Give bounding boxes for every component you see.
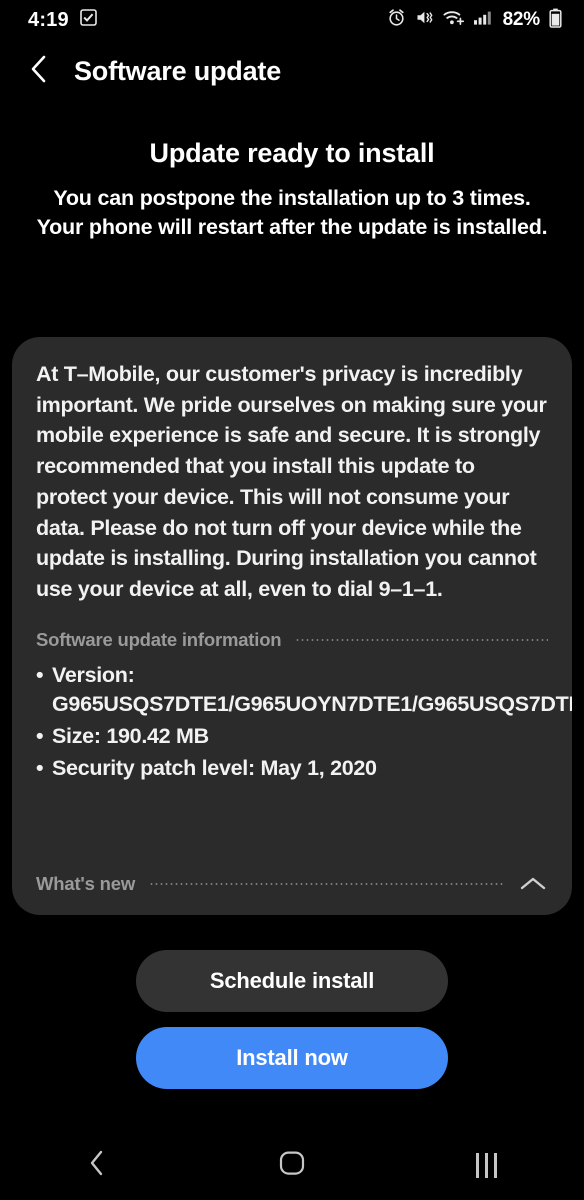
headline-section: Update ready to install You can postpone… — [0, 102, 584, 241]
nav-back-button[interactable] — [0, 1130, 195, 1200]
list-item: • Size: 190.42 MB — [36, 722, 548, 751]
whats-new-section[interactable]: What's new — [36, 873, 548, 895]
battery-icon — [549, 8, 562, 33]
bullet-marker: • — [36, 755, 44, 780]
detail-size: Size: 190.42 MB — [52, 723, 209, 748]
bullet-marker: • — [36, 723, 44, 748]
page-title: Software update — [74, 55, 282, 86]
nav-home-button[interactable] — [195, 1130, 390, 1200]
chevron-up-icon[interactable] — [518, 873, 548, 895]
update-details-list: • Version: G965USQS7DTE1/G965UOYN7DTE1/G… — [34, 661, 572, 783]
carrier-message-text: At T–Mobile, our customer's privacy is i… — [36, 362, 547, 602]
dotted-divider — [149, 883, 504, 885]
cellular-signal-icon — [473, 8, 493, 32]
mute-vibrate-icon — [415, 8, 434, 32]
alarm-icon — [387, 8, 406, 32]
nav-recents-icon — [476, 1152, 498, 1178]
section-title: Software update information — [36, 628, 282, 650]
dotted-divider — [295, 638, 548, 641]
install-now-button[interactable]: Install now — [136, 1027, 448, 1089]
back-button[interactable] — [26, 55, 52, 87]
app-bar: Software update — [0, 40, 584, 102]
nav-recents-button[interactable] — [389, 1130, 584, 1200]
headline-title: Update ready to install — [149, 138, 435, 168]
list-item: • Security patch level: May 1, 2020 — [36, 754, 548, 783]
update-info-card: At T–Mobile, our customer's privacy is i… — [12, 337, 572, 915]
battery-percentage: 82% — [502, 9, 541, 30]
headline-description: You can postpone the installation up to … — [36, 186, 548, 239]
whats-new-label: What's new — [36, 873, 136, 894]
detail-security-patch: Security patch level: May 1, 2020 — [52, 755, 377, 780]
software-update-information-header: Software update information — [34, 629, 550, 651]
nav-back-icon — [86, 1148, 108, 1183]
action-buttons: Schedule install Install now — [0, 950, 584, 1089]
status-bar-right: 82% — [387, 8, 562, 33]
chevron-left-icon — [28, 54, 50, 89]
schedule-install-button[interactable]: Schedule install — [136, 950, 448, 1012]
nav-home-icon — [278, 1149, 306, 1182]
wifi-calling-icon — [443, 8, 464, 32]
status-clock: 4:19 — [28, 8, 69, 31]
detail-version: Version: G965USQS7DTE1/G965UOYN7DTE1/G96… — [52, 662, 572, 716]
system-navigation-bar — [0, 1130, 584, 1200]
list-item: • Version: G965USQS7DTE1/G965UOYN7DTE1/G… — [36, 661, 572, 719]
status-bar: 4:19 82% — [0, 0, 584, 40]
bullet-marker: • — [36, 662, 44, 687]
status-bar-left: 4:19 — [28, 9, 97, 32]
checkbox-checked-icon — [80, 9, 97, 31]
